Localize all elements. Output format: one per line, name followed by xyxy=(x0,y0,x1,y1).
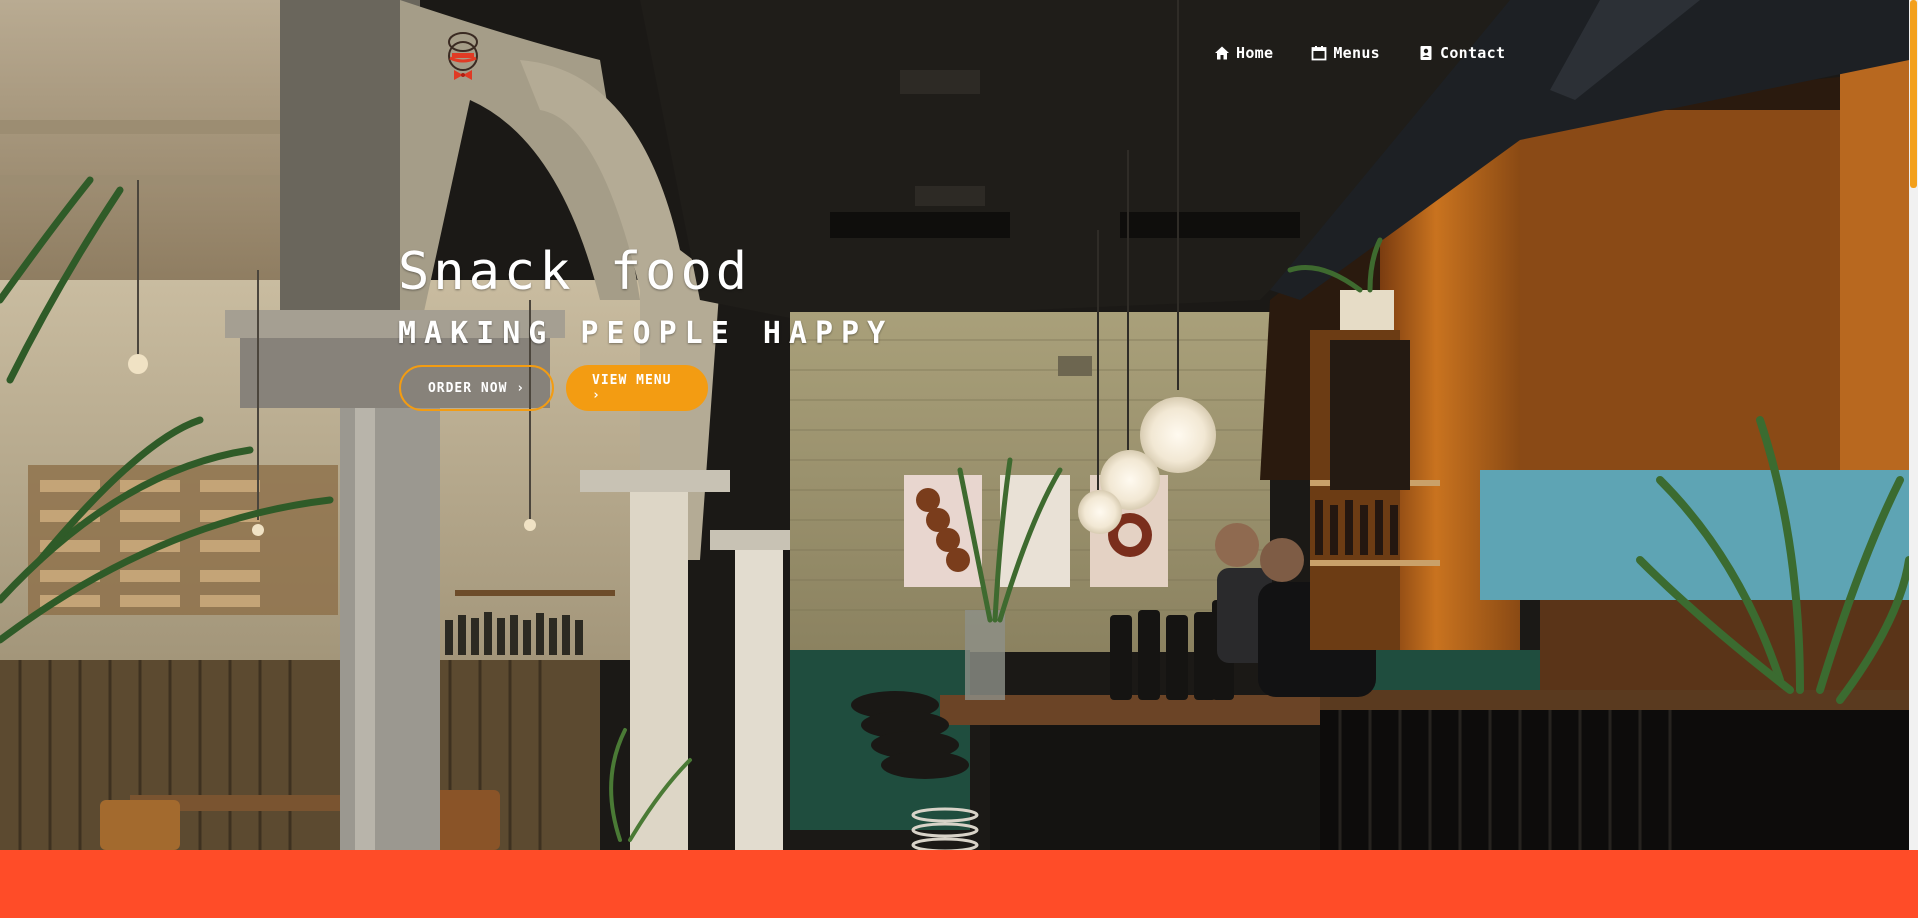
main-nav: Home Menus Contact xyxy=(1214,44,1505,62)
nav-item-home[interactable]: Home xyxy=(1214,44,1273,62)
view-menu-button[interactable]: View menu › xyxy=(566,365,708,411)
next-section-band xyxy=(0,850,1918,918)
nav-item-contact[interactable]: Contact xyxy=(1418,44,1505,62)
order-now-button[interactable]: Order now › xyxy=(399,365,554,411)
scrollbar-thumb[interactable] xyxy=(1910,0,1917,188)
calendar-icon xyxy=(1311,46,1327,61)
restaurant-interior-image xyxy=(0,0,1909,850)
nav-item-label: Menus xyxy=(1333,44,1380,62)
hero-subtitle: Making people happy xyxy=(398,316,894,351)
home-icon xyxy=(1215,46,1229,60)
nav-item-menus[interactable]: Menus xyxy=(1311,44,1380,62)
nav-item-label: Contact xyxy=(1439,44,1506,62)
nav-item-label: Home xyxy=(1236,44,1274,62)
hero-title: Snack food xyxy=(398,242,752,302)
hero-buttons: Order now › View menu › xyxy=(399,365,708,411)
vertical-scrollbar[interactable] xyxy=(1909,0,1918,850)
page: Home Menus Contact Snack food Making peo… xyxy=(0,0,1918,918)
chef-logo-icon[interactable] xyxy=(438,28,488,86)
hero-background xyxy=(0,0,1909,850)
contact-card-icon xyxy=(1420,46,1432,60)
